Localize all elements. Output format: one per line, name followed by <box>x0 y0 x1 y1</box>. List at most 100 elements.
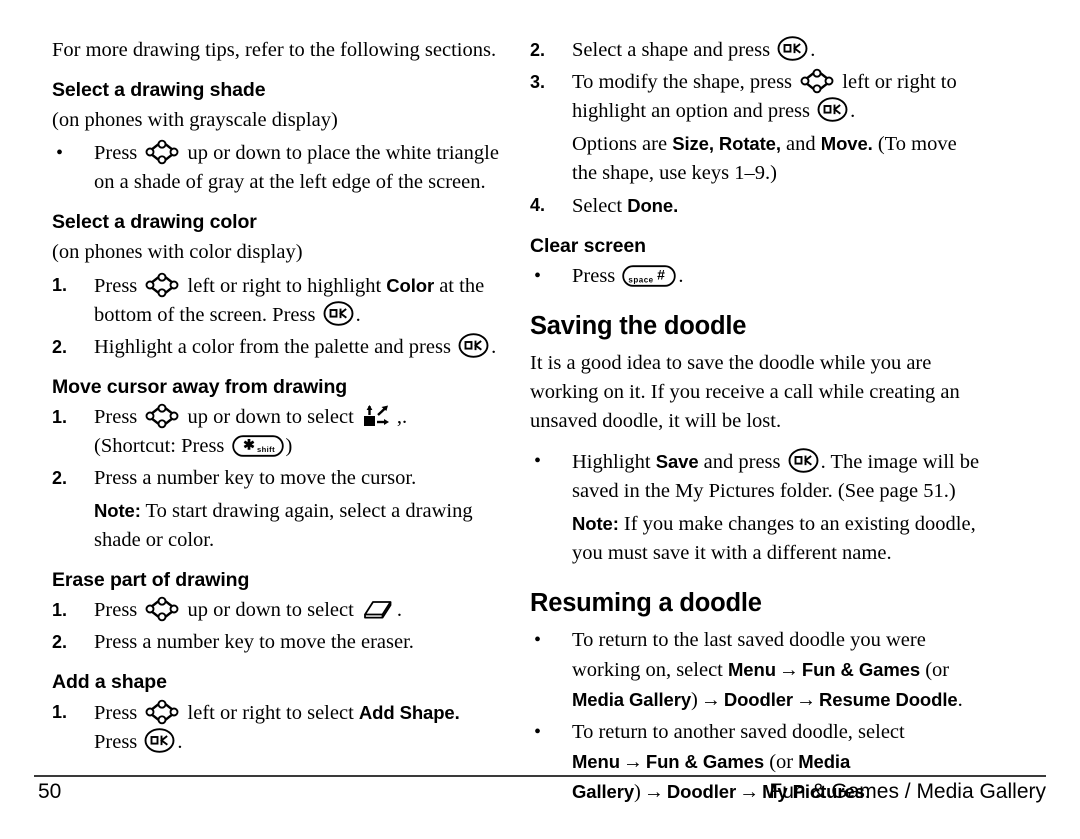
right-column: 2. Select a shape and press . 3. To modi… <box>530 36 986 810</box>
step-text: Press a number key to move the eraser. <box>94 631 414 653</box>
navigation-key-icon <box>145 596 179 622</box>
list-item: 4. Select Done. <box>530 191 986 221</box>
menu-label-doodler: Doodler <box>666 781 737 802</box>
subtitle-grayscale-display: (on phones with grayscale display) <box>52 109 338 131</box>
step-text: . <box>678 265 684 287</box>
menu-label-add-shape: Add Shape. <box>358 702 460 723</box>
step-text: . <box>177 731 183 753</box>
step-text: . <box>850 100 856 122</box>
navigation-key-icon <box>145 272 179 298</box>
ok-key-icon <box>788 448 819 473</box>
arrow-icon: → <box>739 781 760 803</box>
step-text: . <box>396 599 403 621</box>
step-number: 1. <box>52 275 68 295</box>
step-text: (or <box>769 751 794 773</box>
step-text: . <box>355 304 361 326</box>
press-ok-line: Press . <box>94 728 508 757</box>
heading-clear-screen: Clear screen <box>530 235 646 257</box>
page-number: 50 <box>38 780 62 803</box>
footer-divider <box>34 775 1046 777</box>
list-item: 1. Press up or down to select ,. (Shortc… <box>52 403 508 461</box>
step-text: Press <box>94 599 138 621</box>
note-text: To start drawing again, select a drawing… <box>94 500 473 551</box>
list-item: • Highlight Save and press . The image w… <box>530 447 986 506</box>
navigation-key-icon <box>145 699 179 725</box>
note-block: Note: If you make changes to an existing… <box>530 509 986 568</box>
menu-label-fun-games: Fun & Games <box>801 659 921 680</box>
list-item: 1. Press up or down to select . <box>52 596 508 625</box>
navigation-key-icon <box>145 403 179 429</box>
ok-key-icon <box>144 728 175 753</box>
menu-label-media-gallery: Media Gallery <box>572 689 692 710</box>
list-item: 2. Select a shape and press . <box>530 36 986 65</box>
list-item: 2. Press a number key to move the eraser… <box>52 628 508 657</box>
options-text: and <box>786 133 816 155</box>
bullet-marker: • <box>534 721 542 743</box>
shortcut-text-before: (Shortcut: Press <box>94 435 225 457</box>
footer-section-title: Fun & Games / Media Gallery <box>769 780 1046 803</box>
step-text: Press <box>94 406 138 428</box>
heading-erase-part-of-drawing: Erase part of drawing <box>52 569 250 591</box>
step-text: Highlight <box>572 451 651 473</box>
note-label: Note: <box>94 500 141 521</box>
space-pound-key-icon: space # <box>622 265 677 287</box>
ok-key-icon <box>777 36 808 61</box>
svg-text:space: space <box>629 275 654 284</box>
menu-label-fun-games: Fun & Games <box>645 751 765 772</box>
note-label: Note: <box>572 513 619 534</box>
list-item: 2. Press a number key to move the cursor… <box>52 464 508 493</box>
options-text: Options are <box>572 133 668 155</box>
menu-label-menu: Menu <box>728 659 776 680</box>
menu-label-doodler: Doodler <box>723 689 794 710</box>
bullet-marker: • <box>534 450 542 472</box>
step-text: up or down to select <box>187 599 354 621</box>
saving-paragraph: It is a good idea to save the doodle whi… <box>530 352 960 432</box>
step-text: Press <box>94 275 138 297</box>
list-item: 2. Highlight a color from the palette an… <box>52 333 508 362</box>
list-item: 3. To modify the shape, press left or ri… <box>530 68 986 126</box>
step-text: left or right to highlight <box>187 275 382 297</box>
step-number: 2. <box>52 468 68 488</box>
menu-label-color: Color <box>386 275 435 296</box>
step-number: 4. <box>530 195 546 215</box>
menu-label-resume-doodle: Resume Doodle <box>819 689 958 710</box>
step-text: Press <box>94 702 138 724</box>
ok-key-icon <box>817 97 848 122</box>
list-item: 1. Press left or right to select Add Sha… <box>52 698 508 757</box>
heading-saving-the-doodle: Saving the doodle <box>530 312 747 340</box>
step-text: To return to another saved doodle, selec… <box>572 721 905 743</box>
ok-key-icon <box>323 301 354 326</box>
heading-select-drawing-shade: Select a drawing shade <box>52 79 266 101</box>
ok-key-icon <box>458 333 489 358</box>
heading-resuming-a-doodle: Resuming a doodle <box>530 589 762 617</box>
shortcut-line: (Shortcut: Press ✱ shift ) <box>94 432 508 461</box>
step-text: Press <box>94 731 138 753</box>
arrow-icon: → <box>778 659 799 681</box>
menu-label-size-rotate: Size, Rotate, <box>672 133 781 154</box>
step-text: . <box>957 689 963 711</box>
manual-page: For more drawing tips, refer to the foll… <box>0 0 1080 839</box>
arrow-icon: → <box>643 781 664 803</box>
step-text: Press <box>572 265 616 287</box>
bullet-marker: • <box>534 265 542 287</box>
step-number: 1. <box>52 600 68 620</box>
step-number: 1. <box>52 407 68 427</box>
step-text: . <box>491 336 497 358</box>
svg-text:✱: ✱ <box>243 436 255 452</box>
heading-add-a-shape: Add a shape <box>52 671 167 693</box>
step-text: ) <box>634 781 641 803</box>
subtitle-color-display: (on phones with color display) <box>52 241 303 263</box>
arrow-icon: → <box>796 689 817 711</box>
star-shift-key-icon: ✱ shift <box>231 435 284 457</box>
list-item: • Press up or down to place the white tr… <box>52 139 508 197</box>
heading-move-cursor-away: Move cursor away from drawing <box>52 376 348 398</box>
step-text: . <box>810 39 816 61</box>
step-text: left or right to select <box>187 702 354 724</box>
move-cursor-icon <box>361 404 395 428</box>
step-text: (or <box>925 659 950 681</box>
note-text: If you make changes to an existing doodl… <box>572 513 976 564</box>
step-number: 2. <box>530 40 546 60</box>
step-text: up or down to select <box>187 406 354 428</box>
step-text: Press a number key to move the cursor. <box>94 467 417 489</box>
step-text: To modify the shape, press <box>572 71 793 93</box>
